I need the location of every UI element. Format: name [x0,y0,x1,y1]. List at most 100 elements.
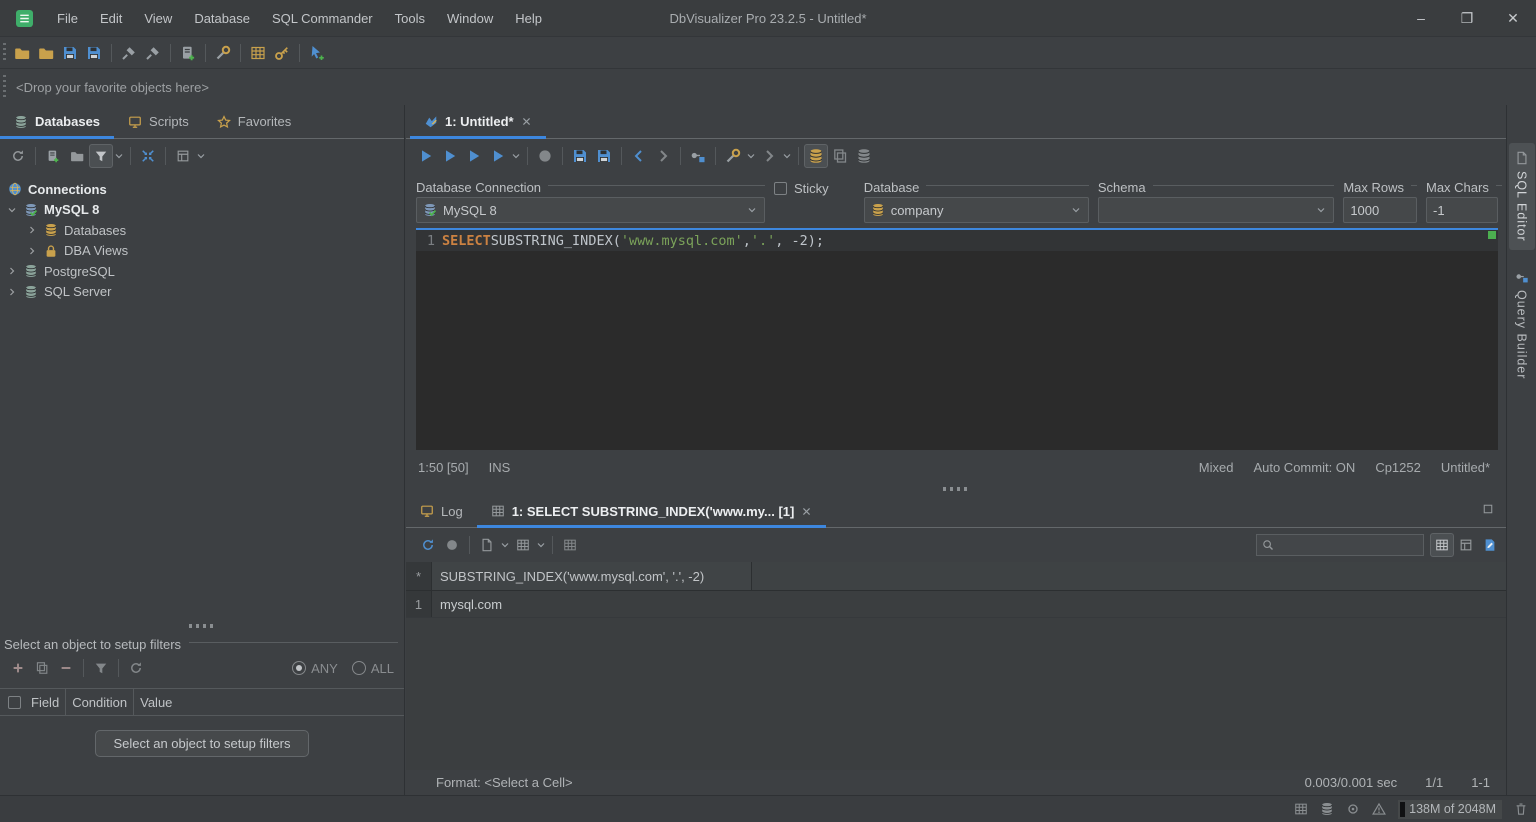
auto-complete-button[interactable] [757,144,781,168]
max-chars-input[interactable]: -1 [1426,197,1498,223]
tool-properties-button[interactable] [211,41,235,65]
tree-new-connection-button[interactable] [41,144,65,168]
any-radio[interactable] [292,661,307,675]
grid-options-button[interactable] [511,533,535,557]
grid-dropdown-chevron-icon[interactable] [535,539,547,551]
chevron-right-icon[interactable] [26,224,38,236]
filters-splitter[interactable] [0,620,404,632]
chevron-down-icon[interactable] [6,204,18,216]
connection-combobox[interactable]: MySQL 8 [416,197,766,223]
statusbar-warning-icon[interactable] [1372,802,1386,816]
select-all-checkbox[interactable] [8,695,21,709]
chevron-right-icon[interactable] [26,245,38,257]
line-endings[interactable]: Mixed [1199,460,1234,475]
sql-editor[interactable]: 1 SELECT SUBSTRING_INDEX('www.mysql.com'… [416,228,1498,450]
collapse-all-button[interactable] [136,144,160,168]
execute-current-button[interactable] [438,144,462,168]
maximize-results-icon[interactable] [1482,503,1494,515]
schema-combobox[interactable] [1097,197,1335,223]
editor-options-button[interactable] [721,144,745,168]
close-tab-icon[interactable] [801,506,812,517]
connect-button[interactable] [117,41,141,65]
restore-button[interactable]: ❐ [1444,0,1490,36]
favorites-grip[interactable] [3,75,6,99]
tab-log[interactable]: Log [406,495,477,527]
menu-edit[interactable]: Edit [89,0,133,36]
view-as-form-button[interactable] [1454,533,1478,557]
filter-dropdown-chevron-icon[interactable] [113,150,125,162]
menu-window[interactable]: Window [436,0,504,36]
result-as-file-button[interactable] [852,144,876,168]
transpose-button[interactable] [558,533,582,557]
grid-search-box[interactable] [1256,534,1424,556]
edit-cell-button[interactable] [1478,533,1502,557]
menu-view[interactable]: View [133,0,183,36]
memory-indicator[interactable]: 138M of 2048M [1398,799,1502,819]
grid-corner-cell[interactable]: * [406,562,432,590]
permissions-button[interactable] [270,41,294,65]
results-splitter[interactable] [406,482,1506,495]
save-button[interactable] [58,41,82,65]
tab-scripts[interactable]: Scripts [114,105,203,138]
tree-node-sql-server[interactable]: SQL Server [0,282,404,303]
tab-databases[interactable]: Databases [0,105,115,139]
chevron-right-icon[interactable] [6,265,18,277]
execute-buffer-button[interactable] [462,144,486,168]
filter-copy-button[interactable] [30,656,54,680]
stop-result-button[interactable] [440,533,464,557]
driver-manager-button[interactable] [305,41,329,65]
minimize-button[interactable]: – [1398,0,1444,36]
tree-node-postgresql[interactable]: PostgreSQL [0,261,404,282]
side-tab-sql-editor[interactable]: SQL Editor [1508,143,1535,250]
menu-sql-commander[interactable]: SQL Commander [261,0,384,36]
editor-save-button[interactable] [568,144,592,168]
menu-file[interactable]: File [46,0,89,36]
setup-filters-button[interactable]: Select an object to setup filters [95,730,309,757]
tree-node-databases[interactable]: Databases [0,220,404,241]
row-number-cell[interactable]: 1 [406,591,432,617]
tab-favorites[interactable]: Favorites [203,105,305,138]
column-divider[interactable] [133,689,135,715]
result-cell[interactable]: mysql.com [432,591,1506,617]
create-connection-button[interactable] [176,41,200,65]
tree-node-dba-views[interactable]: DBA Views [0,241,404,262]
complete-dropdown-chevron-icon[interactable] [781,150,793,162]
bind-variables-button[interactable] [686,144,710,168]
disconnect-button[interactable] [141,41,165,65]
statusbar-pin-icon[interactable] [1346,802,1360,816]
all-radio[interactable] [351,661,366,675]
filter-apply-button[interactable] [89,656,113,680]
options-dropdown-chevron-icon[interactable] [745,150,757,162]
save-as-button[interactable] [82,41,106,65]
tab-untitled-editor[interactable]: 1: Untitled* [410,105,546,139]
result-as-text-button[interactable] [828,144,852,168]
encoding[interactable]: Cp1252 [1375,460,1421,475]
execute-button[interactable] [414,144,438,168]
view-as-grid-button[interactable] [1430,533,1454,557]
max-rows-input[interactable]: 1000 [1343,197,1417,223]
close-tab-icon[interactable] [521,116,532,127]
tree-filter-button[interactable] [89,143,113,168]
execute-explain-button[interactable] [486,144,510,168]
code-line-1[interactable]: 1 SELECT SUBSTRING_INDEX('www.mysql.com'… [416,230,1498,251]
rerun-button[interactable] [416,533,440,557]
open-recent-button[interactable] [34,41,58,65]
grid-column-header[interactable]: SUBSTRING_INDEX('www.mysql.com', '.', -2… [432,562,752,590]
statusbar-grid-icon[interactable] [1294,802,1308,816]
export-button[interactable] [475,533,499,557]
close-button[interactable]: ✕ [1490,0,1536,36]
execute-dropdown-chevron-icon[interactable] [510,150,522,162]
database-combobox[interactable]: company [863,197,1089,223]
filter-remove-button[interactable] [54,656,78,680]
column-divider[interactable] [65,689,67,715]
stop-button[interactable] [533,144,557,168]
side-tab-query-builder[interactable]: Query Builder [1509,262,1535,387]
filter-refresh-button[interactable] [124,656,148,680]
menu-help[interactable]: Help [504,0,553,36]
filter-add-button[interactable] [6,656,30,680]
auto-commit-status[interactable]: Auto Commit: ON [1253,460,1355,475]
statusbar-database-icon[interactable] [1320,802,1334,816]
tree-new-folder-button[interactable] [65,144,89,168]
menu-database[interactable]: Database [183,0,261,36]
history-back-button[interactable] [627,144,651,168]
